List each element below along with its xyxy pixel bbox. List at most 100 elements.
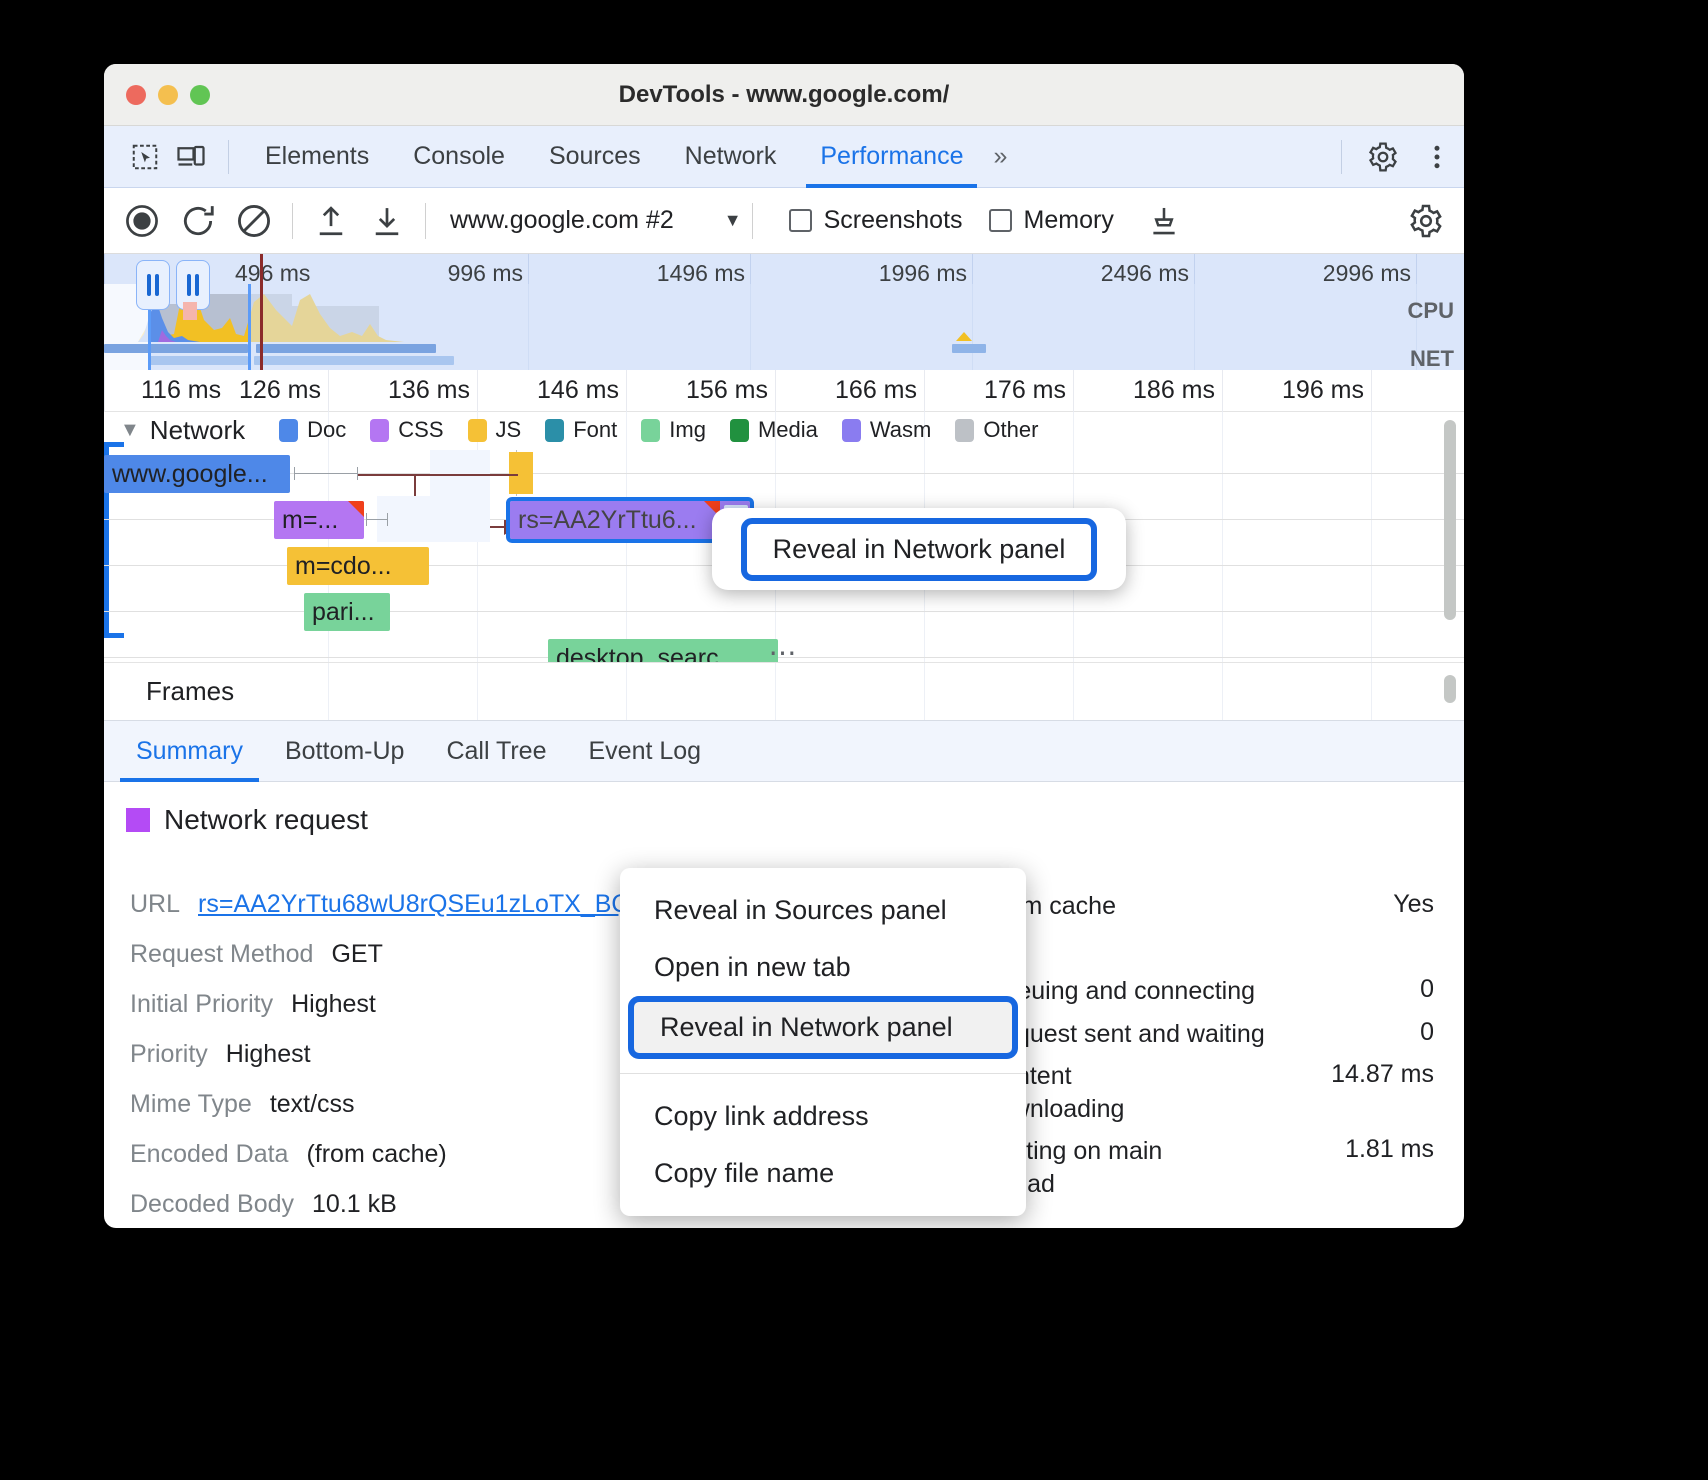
overview-tick-4: 2496 ms (1101, 260, 1189, 287)
network-request-row[interactable]: pari... (104, 588, 1464, 634)
summary-row-waiting-main-thread: Waiting on main thread 1.81 ms (984, 1135, 1434, 1200)
menu-separator (620, 1073, 1026, 1074)
clear-icon[interactable] (226, 197, 282, 245)
track-overflow-indicator[interactable]: ⋯ (104, 636, 1464, 662)
request-label: m=... (282, 506, 338, 535)
legend-label-js: JS (496, 417, 522, 443)
summary-value: Highest (226, 1040, 311, 1069)
inspect-icon[interactable] (122, 137, 168, 177)
tab-console[interactable]: Console (399, 126, 519, 188)
close-window-button[interactable] (126, 85, 146, 105)
tab-summary[interactable]: Summary (120, 720, 259, 782)
menu-item-reveal-in-network[interactable]: Reveal in Network panel (628, 996, 1018, 1059)
recording-selector[interactable]: www.google.com #2 (450, 206, 674, 235)
overview-selection-right-edge[interactable] (248, 284, 251, 370)
tab-network[interactable]: Network (671, 126, 791, 188)
context-menu[interactable]: Reveal in Sources panel Open in new tab … (620, 868, 1026, 1216)
more-vertical-icon[interactable] (1410, 137, 1464, 177)
network-track-header[interactable]: ▼ Network Doc CSS JS Font Img Media Wasm… (104, 412, 1464, 448)
screenshots-checkbox[interactable] (789, 209, 812, 232)
tab-call-tree[interactable]: Call Tree (430, 720, 562, 782)
chevron-down-icon[interactable]: ▼ (724, 210, 742, 231)
request-chip-img-pari[interactable]: pari... (304, 593, 390, 631)
summary-value: 0 (1420, 1018, 1434, 1047)
summary-key: Priority (130, 1040, 208, 1069)
legend-item-other: Other (955, 417, 1038, 443)
upload-icon[interactable] (303, 197, 359, 245)
ruler-tick-2: 136 ms (388, 376, 470, 405)
overview-tick-5: 2996 ms (1323, 260, 1411, 287)
memory-checkbox[interactable] (989, 209, 1012, 232)
screenshots-checkbox-wrap[interactable]: Screenshots (789, 206, 963, 235)
legend-label-doc: Doc (307, 417, 346, 443)
request-chip-document[interactable]: www.google... (104, 455, 290, 493)
summary-value: 1.81 ms (1345, 1135, 1434, 1164)
maximize-window-button[interactable] (190, 85, 210, 105)
menu-item-copy-link-address[interactable]: Copy link address (620, 1088, 1026, 1145)
menu-item-reveal-in-sources[interactable]: Reveal in Sources panel (620, 882, 1026, 939)
toolbar-divider-1 (292, 203, 293, 239)
legend-label-img: Img (669, 417, 706, 443)
ruler-tick-6: 176 ms (984, 376, 1066, 405)
tab-performance[interactable]: Performance (806, 126, 977, 188)
frames-track-label: Frames (146, 676, 234, 707)
timeline-overview[interactable]: 496 ms 996 ms 1496 ms 1996 ms 2496 ms 29… (104, 254, 1464, 370)
download-icon[interactable] (359, 197, 415, 245)
summary-heading: Network request (164, 804, 368, 836)
toolbar-divider-3 (752, 203, 753, 239)
cpu-track-label: CPU (1408, 298, 1454, 324)
trash-icon[interactable] (1136, 197, 1192, 245)
overview-tick-1: 996 ms (448, 260, 523, 287)
summary-key: Request Method (130, 940, 313, 969)
capture-settings-gear-icon[interactable] (1398, 197, 1454, 245)
chevron-down-icon[interactable]: ▼ (120, 419, 140, 442)
summary-key: Initial Priority (130, 990, 273, 1019)
network-request-row[interactable]: www.google... (104, 450, 1464, 496)
traffic-lights (126, 85, 210, 105)
overview-window-handle-left[interactable] (136, 260, 170, 310)
summary-key: Decoded Body (130, 1190, 294, 1219)
ruler-tick-5: 166 ms (835, 376, 917, 405)
legend-label-other: Other (983, 417, 1038, 443)
record-icon[interactable] (114, 197, 170, 245)
panel-tab-bar: Elements Console Sources Network Perform… (104, 126, 1464, 188)
summary-row-queuing-connecting: Queuing and connecting 0 (984, 975, 1434, 1008)
tab-event-log[interactable]: Event Log (573, 720, 718, 782)
overview-frame-marker (183, 302, 197, 320)
request-label: pari... (312, 598, 375, 627)
reload-and-record-icon[interactable] (170, 197, 226, 245)
ruler-tick-7: 186 ms (1133, 376, 1215, 405)
device-toolbar-icon[interactable] (168, 137, 214, 177)
summary-row-request-sent-waiting: Request sent and waiting 0 (984, 1018, 1434, 1051)
detail-tab-bar: Summary Bottom-Up Call Tree Event Log (104, 720, 1464, 782)
network-track-title: Network (150, 415, 245, 446)
request-whisker (294, 473, 358, 474)
ruler-tick-4: 156 ms (686, 376, 768, 405)
overview-playhead[interactable] (260, 254, 263, 370)
request-chip-css-m[interactable]: m=... (274, 501, 364, 539)
menu-item-open-in-new-tab[interactable]: Open in new tab (620, 939, 1026, 996)
summary-row-content-downloading: Content downloading 14.87 ms (984, 1060, 1434, 1125)
frames-track[interactable]: Frames (104, 662, 1464, 720)
memory-checkbox-wrap[interactable]: Memory (989, 206, 1114, 235)
menu-item-copy-file-name[interactable]: Copy file name (620, 1145, 1026, 1202)
tab-bottom-up[interactable]: Bottom-Up (269, 720, 420, 782)
summary-value: 0 (1420, 975, 1434, 1004)
tab-sources[interactable]: Sources (535, 126, 655, 188)
summary-value: GET (331, 940, 382, 969)
legend-label-css: CSS (398, 417, 443, 443)
minimize-window-button[interactable] (158, 85, 178, 105)
cache-corner-icon (348, 501, 364, 517)
settings-gear-icon[interactable] (1356, 137, 1410, 177)
more-tabs-icon[interactable]: » (985, 142, 1012, 171)
tracks-vertical-scrollbar[interactable] (1444, 420, 1456, 620)
frames-scrollbar-thumb[interactable] (1444, 675, 1456, 703)
summary-key: Request sent and waiting (984, 1018, 1265, 1051)
tab-elements[interactable]: Elements (251, 126, 383, 188)
summary-value: Highest (291, 990, 376, 1019)
summary-right-column: From cache Yes Duration .68 ms Queuing a… (984, 890, 1434, 1210)
summary-heading-row: Network request (126, 804, 1464, 836)
ruler-tick-0: 116 ms (141, 376, 221, 405)
overview-tick-0: 496 ms (235, 260, 310, 287)
request-chip-js[interactable]: m=cdo... (287, 547, 429, 585)
